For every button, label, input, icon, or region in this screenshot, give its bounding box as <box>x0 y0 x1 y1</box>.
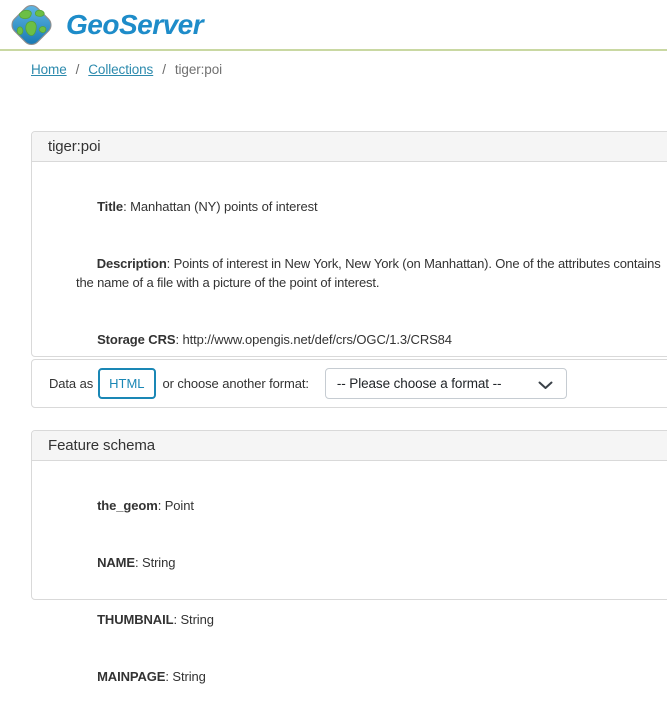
schema-attribute-row: MAINPAGE: String <box>76 648 667 705</box>
format-select-value: -- Please choose a format -- <box>337 376 502 391</box>
schema-attribute-row: THUMBNAIL: String <box>76 591 667 648</box>
geoserver-globe-icon <box>8 2 55 48</box>
format-select[interactable]: -- Please choose a format -- <box>325 368 567 399</box>
breadcrumb-link-home[interactable]: Home <box>31 62 67 77</box>
collection-card: tiger:poi Title: Manhattan (NY) points o… <box>31 131 667 357</box>
breadcrumb-separator: / <box>162 62 166 77</box>
html-format-button[interactable]: HTML <box>98 368 155 399</box>
geoserver-wordmark: GeoServer <box>66 9 203 41</box>
geoserver-logo: GeoServer <box>8 2 203 48</box>
header-divider <box>0 49 667 51</box>
breadcrumb-separator: / <box>76 62 80 77</box>
feature-schema-body: the_geom: Point NAME: String THUMBNAIL: … <box>32 461 667 705</box>
collection-card-header: tiger:poi <box>32 132 667 162</box>
or-choose-label: or choose another format: <box>163 376 309 391</box>
chevron-down-icon <box>538 381 553 390</box>
field-description: Description: Points of interest in New Y… <box>76 235 667 311</box>
field-title: Title: Manhattan (NY) points of interest <box>76 178 667 235</box>
schema-attribute-row: the_geom: Point <box>76 477 667 534</box>
breadcrumb-link-collections[interactable]: Collections <box>88 62 153 77</box>
breadcrumb: Home / Collections / tiger:poi <box>31 62 222 77</box>
format-bar: Data as HTML or choose another format: -… <box>31 359 667 408</box>
breadcrumb-current: tiger:poi <box>175 62 222 77</box>
data-as-label: Data as <box>49 376 93 391</box>
feature-schema-card: Feature schema the_geom: Point NAME: Str… <box>31 430 667 600</box>
geoserver-collection-page: { "logo": { "wordmark": "GeoServer" }, "… <box>0 0 667 572</box>
schema-attribute-row: NAME: String <box>76 534 667 591</box>
feature-schema-header: Feature schema <box>32 431 667 461</box>
collection-title: tiger:poi <box>48 138 100 155</box>
feature-schema-title: Feature schema <box>48 437 155 454</box>
